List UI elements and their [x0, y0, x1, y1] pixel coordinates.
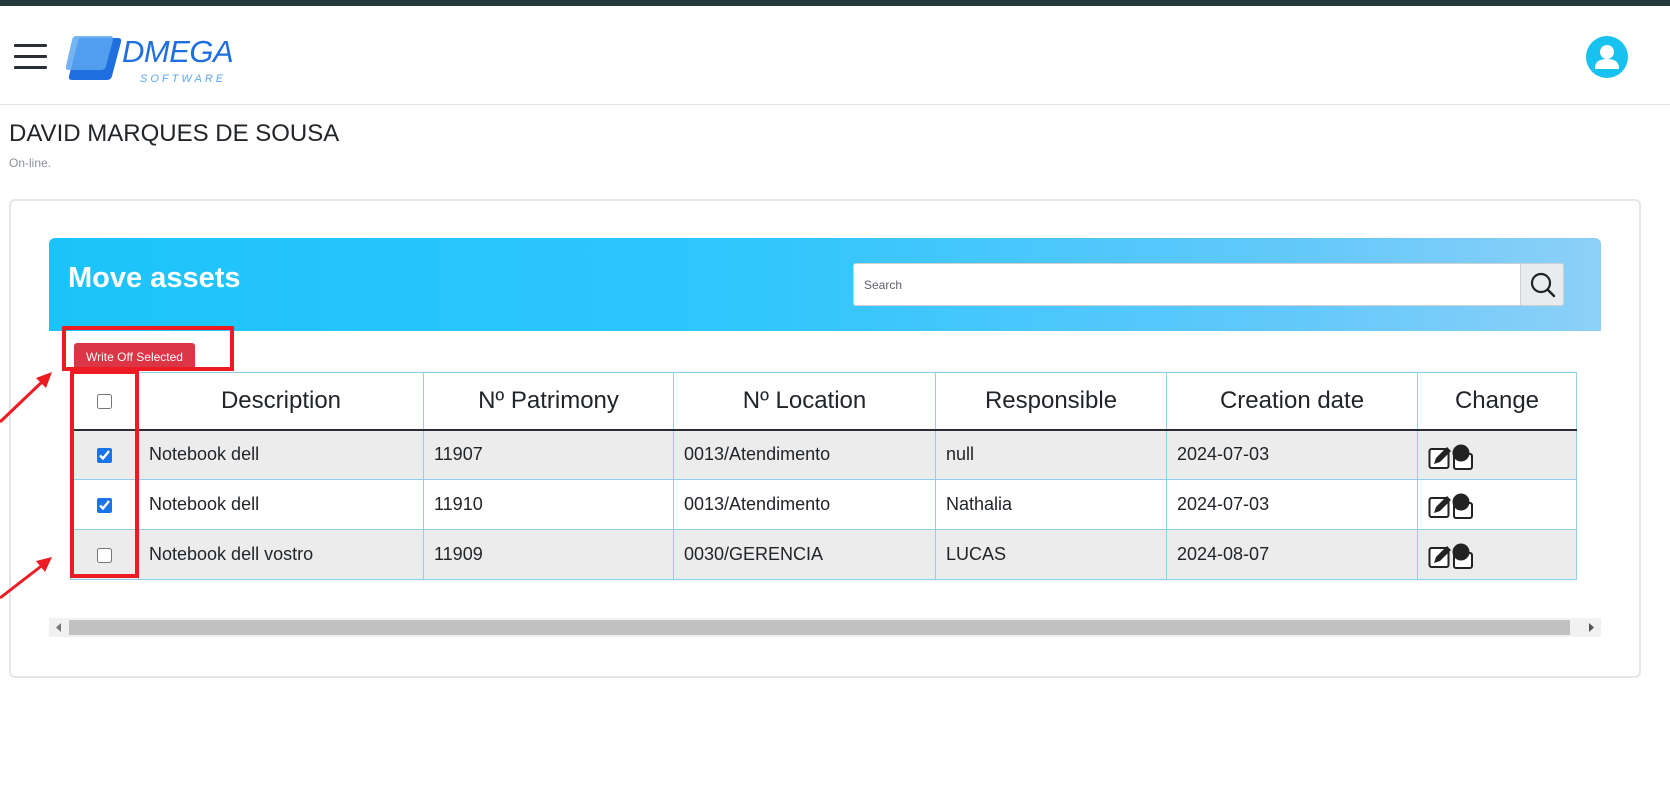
user-status-text: On-line.: [9, 156, 52, 170]
cell-location: 0013/Atendimento: [673, 429, 936, 480]
top-navbar: DMEGA SOFTWARE: [0, 6, 1670, 105]
logo-mark-icon: [66, 36, 122, 80]
cell-change: [1417, 429, 1577, 480]
page-title-user-name: DAVID MARQUES DE SOUSA: [9, 120, 340, 147]
table-header-row: Description Nº Patrimony Nº Location Res…: [70, 372, 1577, 431]
cell-creation-date: 2024-08-07: [1166, 529, 1418, 580]
edit-icon[interactable]: [1428, 493, 1480, 519]
annotation-arrows: [0, 372, 52, 600]
scrollbar-thumb[interactable]: [69, 620, 1570, 635]
assets-table: Description Nº Patrimony Nº Location Res…: [70, 372, 1577, 580]
column-header-responsible[interactable]: Responsible: [935, 372, 1167, 431]
annotation-box-write-off: [62, 326, 234, 371]
scroll-left-arrow-icon[interactable]: [49, 618, 69, 637]
table-row[interactable]: Notebook dell 11907 0013/Atendimento nul…: [70, 429, 1577, 480]
hamburger-menu-icon[interactable]: [14, 44, 47, 70]
cell-responsible: LUCAS: [935, 529, 1167, 580]
cell-responsible: Nathalia: [935, 479, 1167, 530]
annotation-box-checkboxes: [70, 370, 139, 578]
cell-change: [1417, 479, 1577, 530]
cell-change: [1417, 529, 1577, 580]
column-header-description[interactable]: Description: [138, 372, 424, 431]
cell-location: 0030/GERENCIA: [673, 529, 936, 580]
column-header-location[interactable]: Nº Location: [673, 372, 936, 431]
cell-creation-date: 2024-07-03: [1166, 429, 1418, 480]
cell-location: 0013/Atendimento: [673, 479, 936, 530]
user-icon: [1595, 45, 1619, 69]
cell-description: Notebook dell: [138, 429, 424, 480]
search-icon: [1530, 272, 1556, 298]
cell-patrimony: 11907: [423, 429, 674, 480]
column-header-patrimony[interactable]: Nº Patrimony: [423, 372, 674, 431]
edit-icon[interactable]: [1428, 444, 1480, 470]
scroll-right-arrow-icon[interactable]: [1581, 618, 1601, 637]
brand-logo[interactable]: DMEGA SOFTWARE: [66, 28, 241, 88]
search-input[interactable]: [853, 263, 1520, 306]
cell-patrimony: 11909: [423, 529, 674, 580]
column-header-creation-date[interactable]: Creation date: [1166, 372, 1418, 431]
brand-name: DMEGA: [122, 34, 234, 69]
user-avatar[interactable]: [1586, 36, 1628, 78]
cell-creation-date: 2024-07-03: [1166, 479, 1418, 530]
table-row[interactable]: Notebook dell 11910 0013/Atendimento Nat…: [70, 479, 1577, 530]
search-button[interactable]: [1520, 263, 1564, 306]
cell-responsible: null: [935, 429, 1167, 480]
cell-description: Notebook dell: [138, 479, 424, 530]
cell-description: Notebook dell vostro: [138, 529, 424, 580]
search-group: [853, 263, 1564, 306]
brand-subtitle: SOFTWARE: [140, 73, 227, 85]
column-header-change: Change: [1417, 372, 1577, 431]
table-row[interactable]: Notebook dell vostro 11909 0030/GERENCIA…: [70, 529, 1577, 580]
panel-title: Move assets: [68, 262, 241, 294]
edit-icon[interactable]: [1428, 543, 1480, 569]
cell-patrimony: 11910: [423, 479, 674, 530]
horizontal-scrollbar[interactable]: [49, 618, 1601, 637]
